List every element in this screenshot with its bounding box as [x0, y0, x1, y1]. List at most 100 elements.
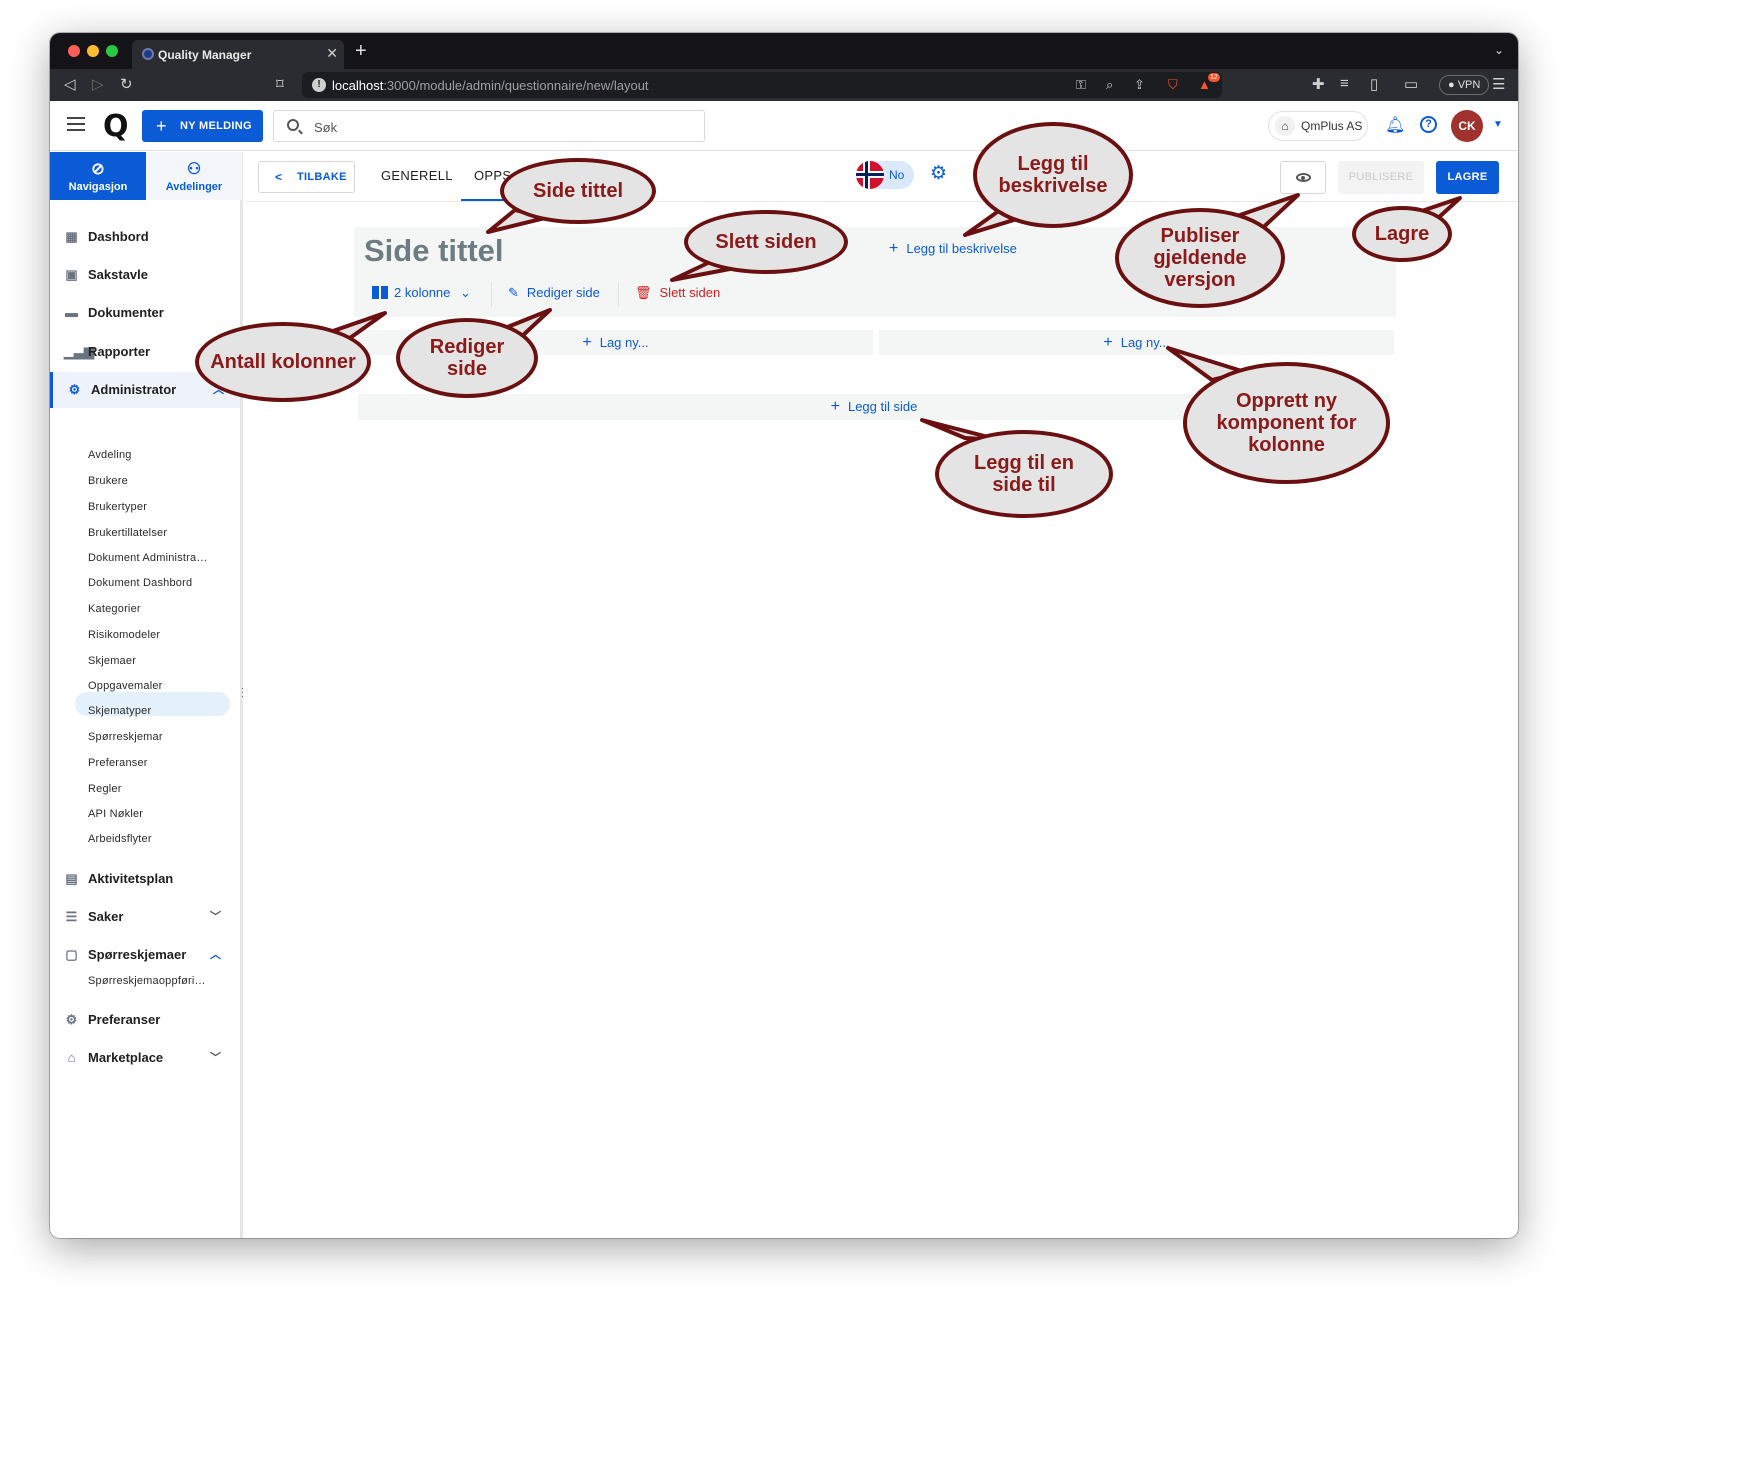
admin-gear-icon: ⚙ — [68, 382, 81, 397]
page-title[interactable]: Side tittel — [364, 233, 504, 269]
sub-item-dokument-dashbord[interactable]: Dokument Dashbord — [88, 577, 192, 589]
tab-avdelinger[interactable]: ⚇ Avdelinger — [146, 152, 242, 200]
extensions-icon[interactable]: ✚ — [1312, 75, 1325, 93]
bar-chart-icon: ▁▃▆ — [64, 344, 94, 359]
chevron-down-icon: ⌄ — [460, 285, 471, 300]
browser-tab[interactable]: Quality Manager ✕ — [132, 40, 344, 69]
plus-icon: + — [1103, 334, 1113, 351]
chevron-left-icon: < — [275, 170, 283, 184]
sub-item-sporreskjemar[interactable]: Spørreskjemar — [88, 731, 163, 743]
sidebar-item-sakstavle[interactable]: ▣ Sakstavle — [50, 257, 240, 293]
back-arrow-icon[interactable]: ◁ — [64, 75, 76, 93]
callout-rediger-side: Rediger side — [396, 318, 538, 398]
new-tab-icon[interactable]: + — [355, 40, 367, 63]
back-button[interactable]: < TILBAKE — [258, 161, 355, 193]
hamburger-menu-icon[interactable] — [67, 117, 85, 131]
divider — [618, 283, 619, 307]
clipboard-icon: ▢ — [65, 947, 78, 962]
main-content: < TILBAKE GENERELL OPPS No ⚙ PUBLISERE L… — [246, 152, 1518, 1238]
sidebar-tabs: ⊘ Navigasjon ⚇ Avdelinger — [50, 152, 243, 200]
plus-icon: + — [830, 398, 840, 415]
publish-button[interactable]: PUBLISERE — [1338, 161, 1424, 194]
divider — [491, 283, 492, 307]
wallet-icon[interactable]: ▭ — [1404, 75, 1418, 93]
share-icon[interactable]: ⇪ — [1134, 77, 1145, 93]
sidebar-resize-handle[interactable]: · · · — [241, 684, 245, 702]
sidebar-item-preferanser[interactable]: ⚙ Preferanser — [50, 1002, 240, 1038]
rewards-badge: 12 — [1208, 73, 1220, 82]
bell-icon[interactable]: 🔔︎ — [1385, 115, 1405, 135]
sub-item-skjemaer[interactable]: Skjemaer — [88, 655, 136, 667]
tab-list-chevron-icon[interactable]: ⌄ — [1494, 43, 1504, 57]
sub-item-dokument-administrasjon[interactable]: Dokument Administra… — [88, 552, 208, 564]
minimize-window-button[interactable] — [87, 45, 99, 57]
search-box — [273, 110, 705, 142]
sub-item-kategorier[interactable]: Kategorier — [88, 603, 141, 615]
close-window-button[interactable] — [68, 45, 80, 57]
sub-item-preferanser[interactable]: Preferanser — [88, 757, 148, 769]
pencil-icon: ✎ — [508, 285, 519, 300]
sidebar-toggle-icon[interactable]: ▯ — [1370, 75, 1378, 93]
sidebar-item-dokumenter[interactable]: ▬ Dokumenter — [50, 295, 240, 331]
help-icon[interactable]: ? — [1420, 116, 1437, 133]
sub-item-brukere[interactable]: Brukere — [88, 475, 128, 487]
sub-item-sporreskjemaoppforinger[interactable]: Spørreskjemaoppføri… — [88, 975, 206, 987]
sub-item-arbeidsflyter[interactable]: Arbeidsflyter — [88, 833, 152, 845]
search-icon — [287, 119, 299, 131]
tab-navigasjon[interactable]: ⊘ Navigasjon — [50, 152, 146, 200]
tab-generell[interactable]: GENERELL — [381, 168, 453, 183]
sub-item-avdeling[interactable]: Avdeling — [88, 449, 132, 461]
sub-item-api-nokler[interactable]: API Nøkler — [88, 808, 143, 820]
sidebar-item-marketplace[interactable]: ⌂ Marketplace ﹀ — [50, 1040, 240, 1076]
vpn-button[interactable]: ● VPN — [1439, 75, 1490, 95]
column-count-dropdown[interactable]: 2 kolonne ⌄ — [372, 285, 471, 301]
forward-arrow-icon[interactable]: ▷ — [92, 75, 104, 93]
columns-icon — [372, 286, 388, 299]
folder-icon: ▬ — [65, 305, 78, 320]
key-icon[interactable]: ⚿ — [1076, 77, 1086, 93]
playlist-icon[interactable]: ≡ — [1340, 75, 1349, 92]
sidebar-item-sporreskjemaer[interactable]: ▢ Spørreskjemaer ︿ — [50, 937, 240, 973]
search-input[interactable] — [314, 117, 694, 137]
caret-down-icon[interactable]: ▼ — [1493, 119, 1503, 130]
sub-item-risikomodeler[interactable]: Risikomodeler — [88, 629, 160, 641]
user-avatar[interactable]: CK — [1451, 110, 1483, 142]
gear-icon[interactable]: ⚙ — [930, 164, 947, 184]
sidebar-item-saker[interactable]: ☰ Saker ﹀ — [50, 899, 240, 935]
new-message-button[interactable]: + NY MELDING — [142, 110, 263, 142]
column-2-new-component[interactable]: + Lag ny... — [879, 330, 1394, 355]
company-name: QmPlus AS — [1301, 119, 1363, 133]
edit-page-button[interactable]: ✎ Rediger side — [508, 285, 600, 301]
bookmark-icon[interactable]: ⌑ — [276, 75, 284, 93]
callout-opprett-komponent: Opprett ny komponent for kolonne — [1183, 362, 1390, 484]
language-selector[interactable]: No — [856, 161, 914, 189]
browser-toolbar: ◁ ▷ ↻ ⌑ ! localhost:3000/module/admin/qu… — [50, 69, 1518, 101]
add-description-button[interactable]: + Legg til beskrivelse — [889, 240, 1017, 258]
sub-item-regler[interactable]: Regler — [88, 783, 122, 795]
delete-page-button[interactable]: 🗑︎ Slett siden — [635, 285, 720, 301]
callout-slett-siden: Slett siden — [684, 210, 848, 274]
site-info-icon[interactable]: ! — [312, 78, 326, 92]
reload-icon[interactable]: ↻ — [120, 75, 133, 93]
sidebar-item-aktivitetsplan[interactable]: ▤ Aktivitetsplan — [50, 861, 240, 897]
sidebar-item-dashbord[interactable]: ▦ Dashbord — [50, 219, 240, 255]
browser-menu-icon[interactable]: ☰ — [1492, 75, 1505, 93]
maximize-window-button[interactable] — [106, 45, 118, 57]
company-switcher[interactable]: ⌂ QmPlus AS — [1268, 111, 1368, 141]
close-tab-icon[interactable]: ✕ — [326, 45, 338, 62]
zoom-icon[interactable]: ⌕ — [1106, 77, 1113, 93]
sub-item-oppgavemaler[interactable]: Oppgavemaler — [88, 680, 163, 692]
save-button[interactable]: LAGRE — [1436, 161, 1499, 194]
chevron-up-icon: ︿ — [210, 949, 221, 961]
app-logo[interactable]: Q — [103, 109, 129, 144]
sub-item-brukertyper[interactable]: Brukertyper — [88, 501, 147, 513]
address-bar[interactable]: ! localhost:3000/module/admin/questionna… — [302, 72, 1222, 98]
sub-item-brukertillatelser[interactable]: Brukertillatelser — [88, 527, 167, 539]
sub-item-skjematyper[interactable]: Skjematyper — [88, 705, 151, 717]
preview-button[interactable] — [1280, 161, 1326, 194]
app-header: Q + NY MELDING ⌂ QmPlus AS 🔔︎ ? CK ▼ — [50, 101, 1518, 151]
callout-side-tittel: Side tittel — [500, 158, 656, 224]
brave-shield-icon[interactable]: ⛉ — [1168, 77, 1178, 93]
dashboard-icon: ▦ — [65, 229, 78, 244]
chevron-down-icon: ﹀ — [210, 1052, 221, 1064]
